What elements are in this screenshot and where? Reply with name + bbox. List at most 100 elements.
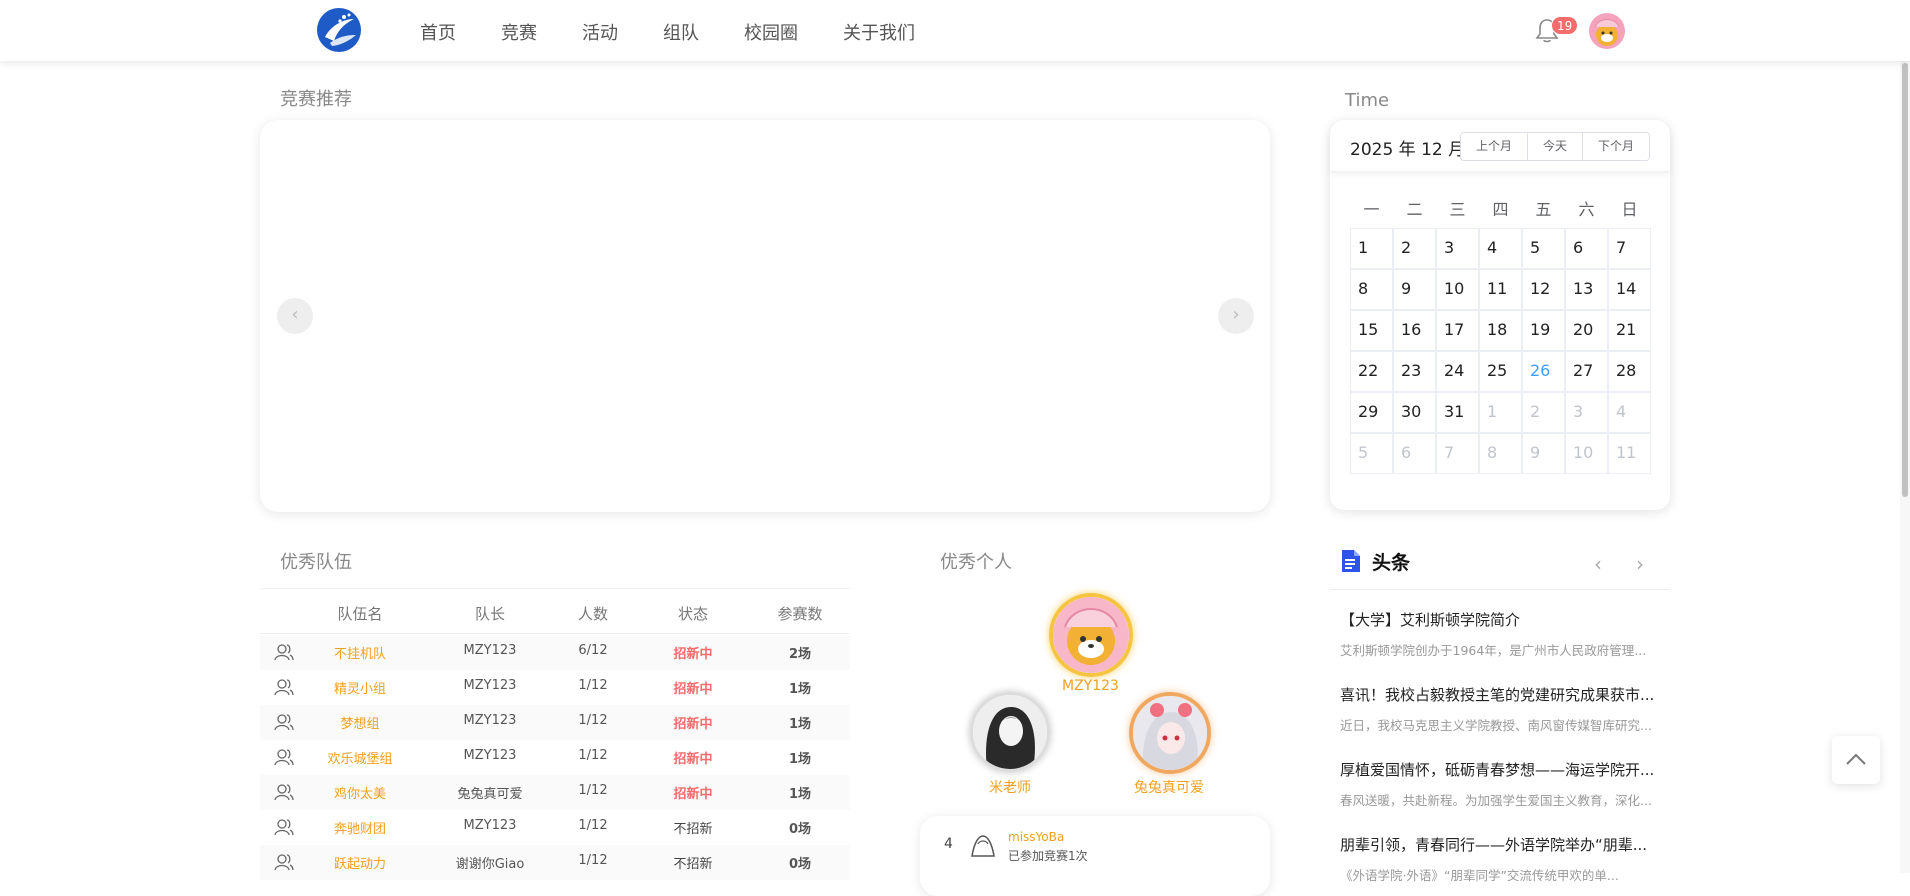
news-title[interactable]: 厚植爱国情怀，砥砺青春梦想——海运学院开... <box>1340 759 1670 780</box>
calendar-day[interactable]: 7 <box>1608 228 1651 269</box>
team-icon <box>274 713 294 731</box>
calendar-day[interactable]: 14 <box>1608 269 1651 310</box>
calendar-day[interactable]: 20 <box>1565 310 1608 351</box>
table-row[interactable]: 欢乐城堡组 MZY123 1/12 招新中 1场 <box>260 740 850 775</box>
team-name[interactable]: 梦想组 <box>300 713 420 732</box>
next-month-button[interactable]: 下个月 <box>1583 133 1650 160</box>
team-name[interactable]: 奔驰财团 <box>300 818 420 837</box>
person-second[interactable]: 米老师 <box>970 692 1050 796</box>
time-title: Time <box>1345 90 1390 111</box>
calendar-day[interactable]: 9 <box>1393 269 1436 310</box>
calendar-day[interactable]: 28 <box>1608 351 1651 392</box>
back-to-top-button[interactable] <box>1832 736 1880 784</box>
table-row[interactable]: 精灵小组 MZY123 1/12 招新中 1场 <box>260 670 850 705</box>
today-button[interactable]: 今天 <box>1528 133 1584 160</box>
calendar-day[interactable]: 10 <box>1565 433 1608 474</box>
team-status: 招新中 <box>673 752 713 767</box>
calendar-day[interactable]: 26 <box>1522 351 1565 392</box>
teams-title: 优秀队伍 <box>280 552 352 573</box>
calendar-day[interactable]: 30 <box>1393 392 1436 433</box>
team-name[interactable]: 欢乐城堡组 <box>300 748 420 767</box>
carousel-next-button[interactable]: › <box>1218 298 1254 334</box>
team-status: 招新中 <box>673 682 713 697</box>
carousel-prev-button[interactable]: ‹ <box>277 298 313 334</box>
page-scrollbar[interactable] <box>1900 61 1910 873</box>
calendar-day[interactable]: 21 <box>1608 310 1651 351</box>
nav-activity[interactable]: 活动 <box>582 19 618 45</box>
calendar-day[interactable]: 19 <box>1522 310 1565 351</box>
calendar-day[interactable]: 2 <box>1522 392 1565 433</box>
calendar-day[interactable]: 17 <box>1436 310 1479 351</box>
calendar-day[interactable]: 31 <box>1436 392 1479 433</box>
table-row[interactable]: 不挂机队 MZY123 6/12 招新中 2场 <box>260 635 850 670</box>
calendar-day[interactable]: 1 <box>1479 392 1522 433</box>
col-status: 状态 <box>677 605 708 623</box>
table-row[interactable]: 鸡你太美 兔兔真可爱 1/12 招新中 1场 <box>260 775 850 810</box>
news-item[interactable]: 【大学】艾利斯顿学院简介 艾利斯顿学院创办于1964年，是广州市人民政府管理... <box>1340 609 1670 659</box>
user-avatar[interactable] <box>1589 13 1625 49</box>
calendar-day[interactable]: 13 <box>1565 269 1608 310</box>
calendar-day[interactable]: 24 <box>1436 351 1479 392</box>
scrollbar-thumb[interactable] <box>1902 63 1908 497</box>
team-name[interactable]: 精灵小组 <box>300 678 420 697</box>
table-row[interactable]: 跃起动力 谢谢你Giao 1/12 不招新 0场 <box>260 845 850 880</box>
table-row[interactable]: 奔驰财团 MZY123 1/12 不招新 0场 <box>260 810 850 845</box>
calendar-day[interactable]: 25 <box>1479 351 1522 392</box>
site-logo[interactable] <box>316 7 362 53</box>
calendar-day[interactable]: 1 <box>1350 228 1393 269</box>
nav-team[interactable]: 组队 <box>663 19 699 45</box>
calendar-day[interactable]: 8 <box>1350 269 1393 310</box>
team-games: 0场 <box>788 857 812 872</box>
prev-month-button[interactable]: 上个月 <box>1461 133 1529 160</box>
person-first-name: MZY123 <box>1062 678 1119 694</box>
calendar-day[interactable]: 11 <box>1608 433 1651 474</box>
calendar-weekday: 三 <box>1449 200 1466 219</box>
team-status: 不招新 <box>673 857 713 872</box>
calendar-day[interactable]: 4 <box>1479 228 1522 269</box>
calendar-day[interactable]: 7 <box>1436 433 1479 474</box>
team-name[interactable]: 鸡你太美 <box>300 783 420 802</box>
nav-campus[interactable]: 校园圈 <box>744 19 798 45</box>
calendar-day[interactable]: 16 <box>1393 310 1436 351</box>
calendar-day[interactable]: 10 <box>1436 269 1479 310</box>
calendar-day[interactable]: 4 <box>1608 392 1651 433</box>
calendar-day[interactable]: 18 <box>1479 310 1522 351</box>
nav-about[interactable]: 关于我们 <box>843 19 915 45</box>
news-item[interactable]: 喜讯！我校占毅教授主笔的党建研究成果获市... 近日，我校马克思主义学院教授、南风… <box>1340 684 1670 734</box>
news-title[interactable]: 【大学】艾利斯顿学院简介 <box>1340 609 1670 630</box>
person-first[interactable]: MZY123 <box>1049 593 1133 694</box>
calendar-day[interactable]: 6 <box>1565 228 1608 269</box>
calendar-day[interactable]: 6 <box>1393 433 1436 474</box>
calendar-day[interactable]: 27 <box>1565 351 1608 392</box>
news-item[interactable]: 朋辈引领，青春同行——外语学院举办“朋辈... 《外语学院·外语》“朋辈同学”交流… <box>1340 834 1670 884</box>
calendar-day[interactable]: 22 <box>1350 351 1393 392</box>
calendar-day[interactable]: 5 <box>1522 228 1565 269</box>
calendar-day[interactable]: 12 <box>1522 269 1565 310</box>
news-item[interactable]: 厚植爱国情怀，砥砺青春梦想——海运学院开... 春风送暖，共赴新程。为加强学生爱国… <box>1340 759 1670 809</box>
calendar-day[interactable]: 2 <box>1393 228 1436 269</box>
nav-competition[interactable]: 竞赛 <box>501 19 537 45</box>
calendar-day[interactable]: 8 <box>1479 433 1522 474</box>
calendar-day[interactable]: 29 <box>1350 392 1393 433</box>
nav-home[interactable]: 首页 <box>420 19 456 45</box>
team-count: 1/12 <box>578 853 608 868</box>
team-name[interactable]: 不挂机队 <box>300 643 420 662</box>
calendar-day[interactable]: 9 <box>1522 433 1565 474</box>
news-prev-button[interactable]: ‹ <box>1594 552 1602 576</box>
calendar-day[interactable]: 5 <box>1350 433 1393 474</box>
calendar-day[interactable]: 3 <box>1436 228 1479 269</box>
person-third[interactable]: 兔兔真可爱 <box>1129 692 1211 796</box>
news-title[interactable]: 朋辈引领，青春同行——外语学院举办“朋辈... <box>1340 834 1670 855</box>
calendar-day[interactable]: 11 <box>1479 269 1522 310</box>
calendar-weekday: 五 <box>1535 200 1552 219</box>
news-title[interactable]: 喜讯！我校占毅教授主笔的党建研究成果获市... <box>1340 684 1670 705</box>
calendar-day[interactable]: 23 <box>1393 351 1436 392</box>
news-next-button[interactable]: › <box>1636 552 1644 576</box>
team-name[interactable]: 跃起动力 <box>300 853 420 872</box>
news-desc: 《外语学院·外语》“朋辈同学”交流传统甲欢的单... <box>1340 868 1619 883</box>
calendar-day[interactable]: 3 <box>1565 392 1608 433</box>
rank-name[interactable]: missYoBa <box>1008 830 1064 844</box>
calendar-day[interactable]: 15 <box>1350 310 1393 351</box>
table-row[interactable]: 梦想组 MZY123 1/12 招新中 1场 <box>260 705 850 740</box>
team-games: 1场 <box>788 752 812 767</box>
